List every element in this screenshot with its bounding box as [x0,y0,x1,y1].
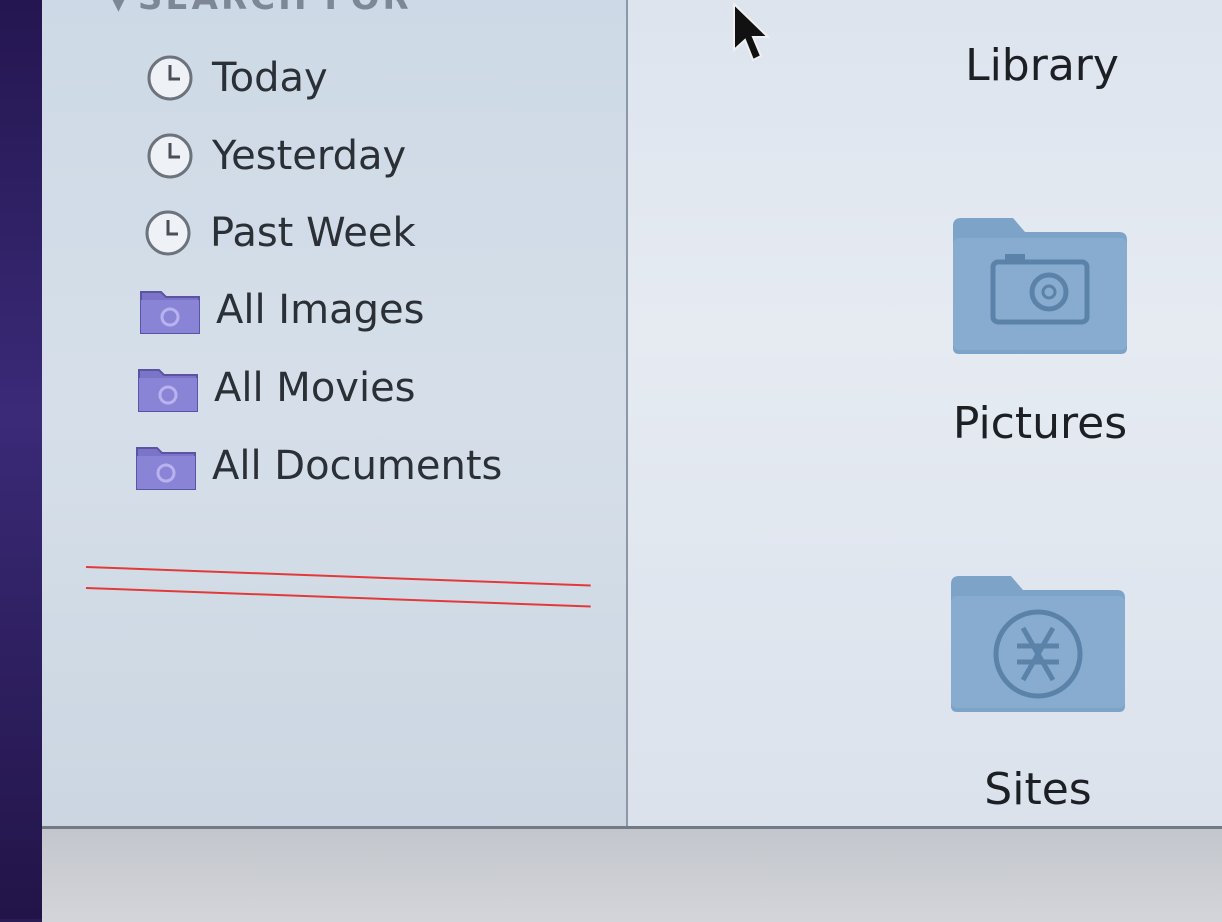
sidebar-item-label: Today [212,55,328,101]
finder-window: ▼SEARCH FOR Today Yesterday [42,0,1222,922]
smart-folder-icon [136,447,196,490]
content-item-sites[interactable]: Sites [908,566,1168,815]
content-item-library[interactable]: Library [912,40,1172,91]
sidebar-item-all-images[interactable]: All Images [138,280,424,340]
item-label: Library [965,40,1119,91]
sites-folder-icon [951,576,1125,712]
disclosure-triangle-icon[interactable]: ▼ [110,0,130,15]
sidebar-item-past-week[interactable]: Past Week [144,203,416,263]
sidebar-item-all-movies[interactable]: All Movies [136,358,416,418]
window-bottom-bar [42,826,1222,922]
content-item-pictures[interactable]: Pictures [910,208,1170,449]
annotation-line [85,566,591,587]
sidebar-item-yesterday[interactable]: Yesterday [146,126,406,186]
clock-icon [147,133,193,179]
sidebar-item-label: Yesterday [212,133,407,179]
annotation-line [85,587,591,608]
sidebar: ▼SEARCH FOR Today Yesterday [42,0,628,826]
desktop-background: ▼SEARCH FOR Today Yesterday [0,0,1222,922]
sidebar-item-all-documents[interactable]: All Documents [134,436,502,496]
sidebar-item-today[interactable]: Today [146,48,328,108]
sidebar-item-label: Past Week [210,210,416,256]
item-label: Pictures [952,398,1128,449]
pictures-folder-icon [953,218,1127,354]
sidebar-item-label: All Documents [212,443,503,489]
item-label: Sites [984,764,1092,815]
smart-folder-icon [140,291,200,334]
sidebar-section-header[interactable]: ▼SEARCH FOR [110,0,412,18]
sidebar-item-label: All Images [216,287,425,333]
clock-icon [145,210,191,256]
smart-folder-icon [138,369,198,412]
clock-icon [147,55,193,101]
sidebar-item-label: All Movies [214,365,416,411]
file-browser-content: Library Pictures Sites [628,0,1222,826]
mouse-cursor-icon [733,2,771,62]
